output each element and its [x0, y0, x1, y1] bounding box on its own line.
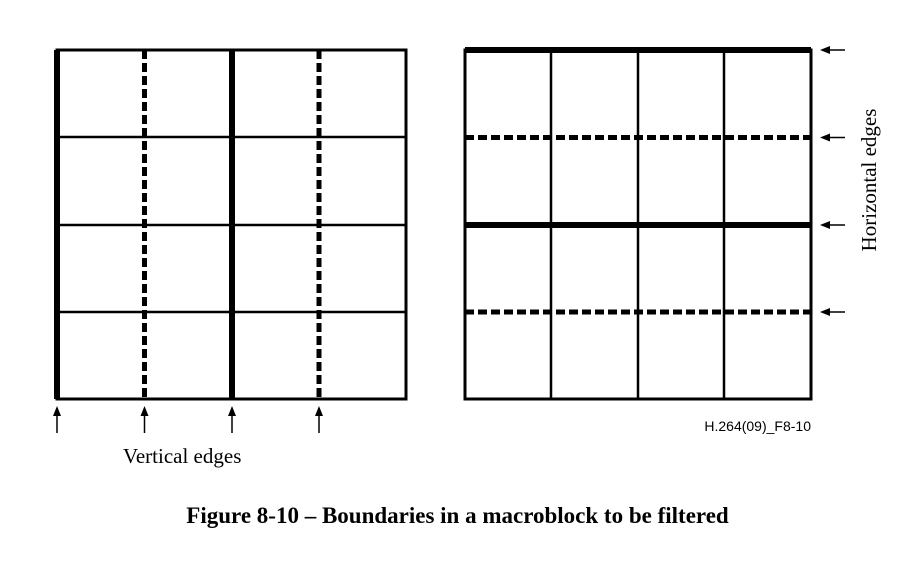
- left-arrow-icon: [820, 308, 845, 316]
- left-arrow-icon: [820, 46, 845, 54]
- vertical-edge-arrows: [53, 406, 323, 433]
- horizontal-edges-label: Horizontal edges: [857, 109, 881, 252]
- figure-id: H.264(09)_F8-10: [704, 418, 811, 434]
- up-arrow-icon: [140, 406, 149, 433]
- up-arrow-icon: [315, 406, 323, 433]
- vertical-edges-label: Vertical edges: [123, 444, 241, 468]
- up-arrow-icon: [228, 406, 236, 433]
- left-arrow-icon: [820, 133, 845, 142]
- left-arrow-icon: [820, 221, 845, 229]
- horizontal-edge-arrows: [820, 46, 845, 316]
- figure-caption: Figure 8-10 – Boundaries in a macroblock…: [186, 503, 729, 528]
- up-arrow-icon: [53, 406, 61, 433]
- right-macroblock: [463, 47, 813, 401]
- left-macroblock: [54, 48, 408, 401]
- macroblock-diagram: Vertical edges Horizontal edges H.264(09…: [53, 46, 881, 468]
